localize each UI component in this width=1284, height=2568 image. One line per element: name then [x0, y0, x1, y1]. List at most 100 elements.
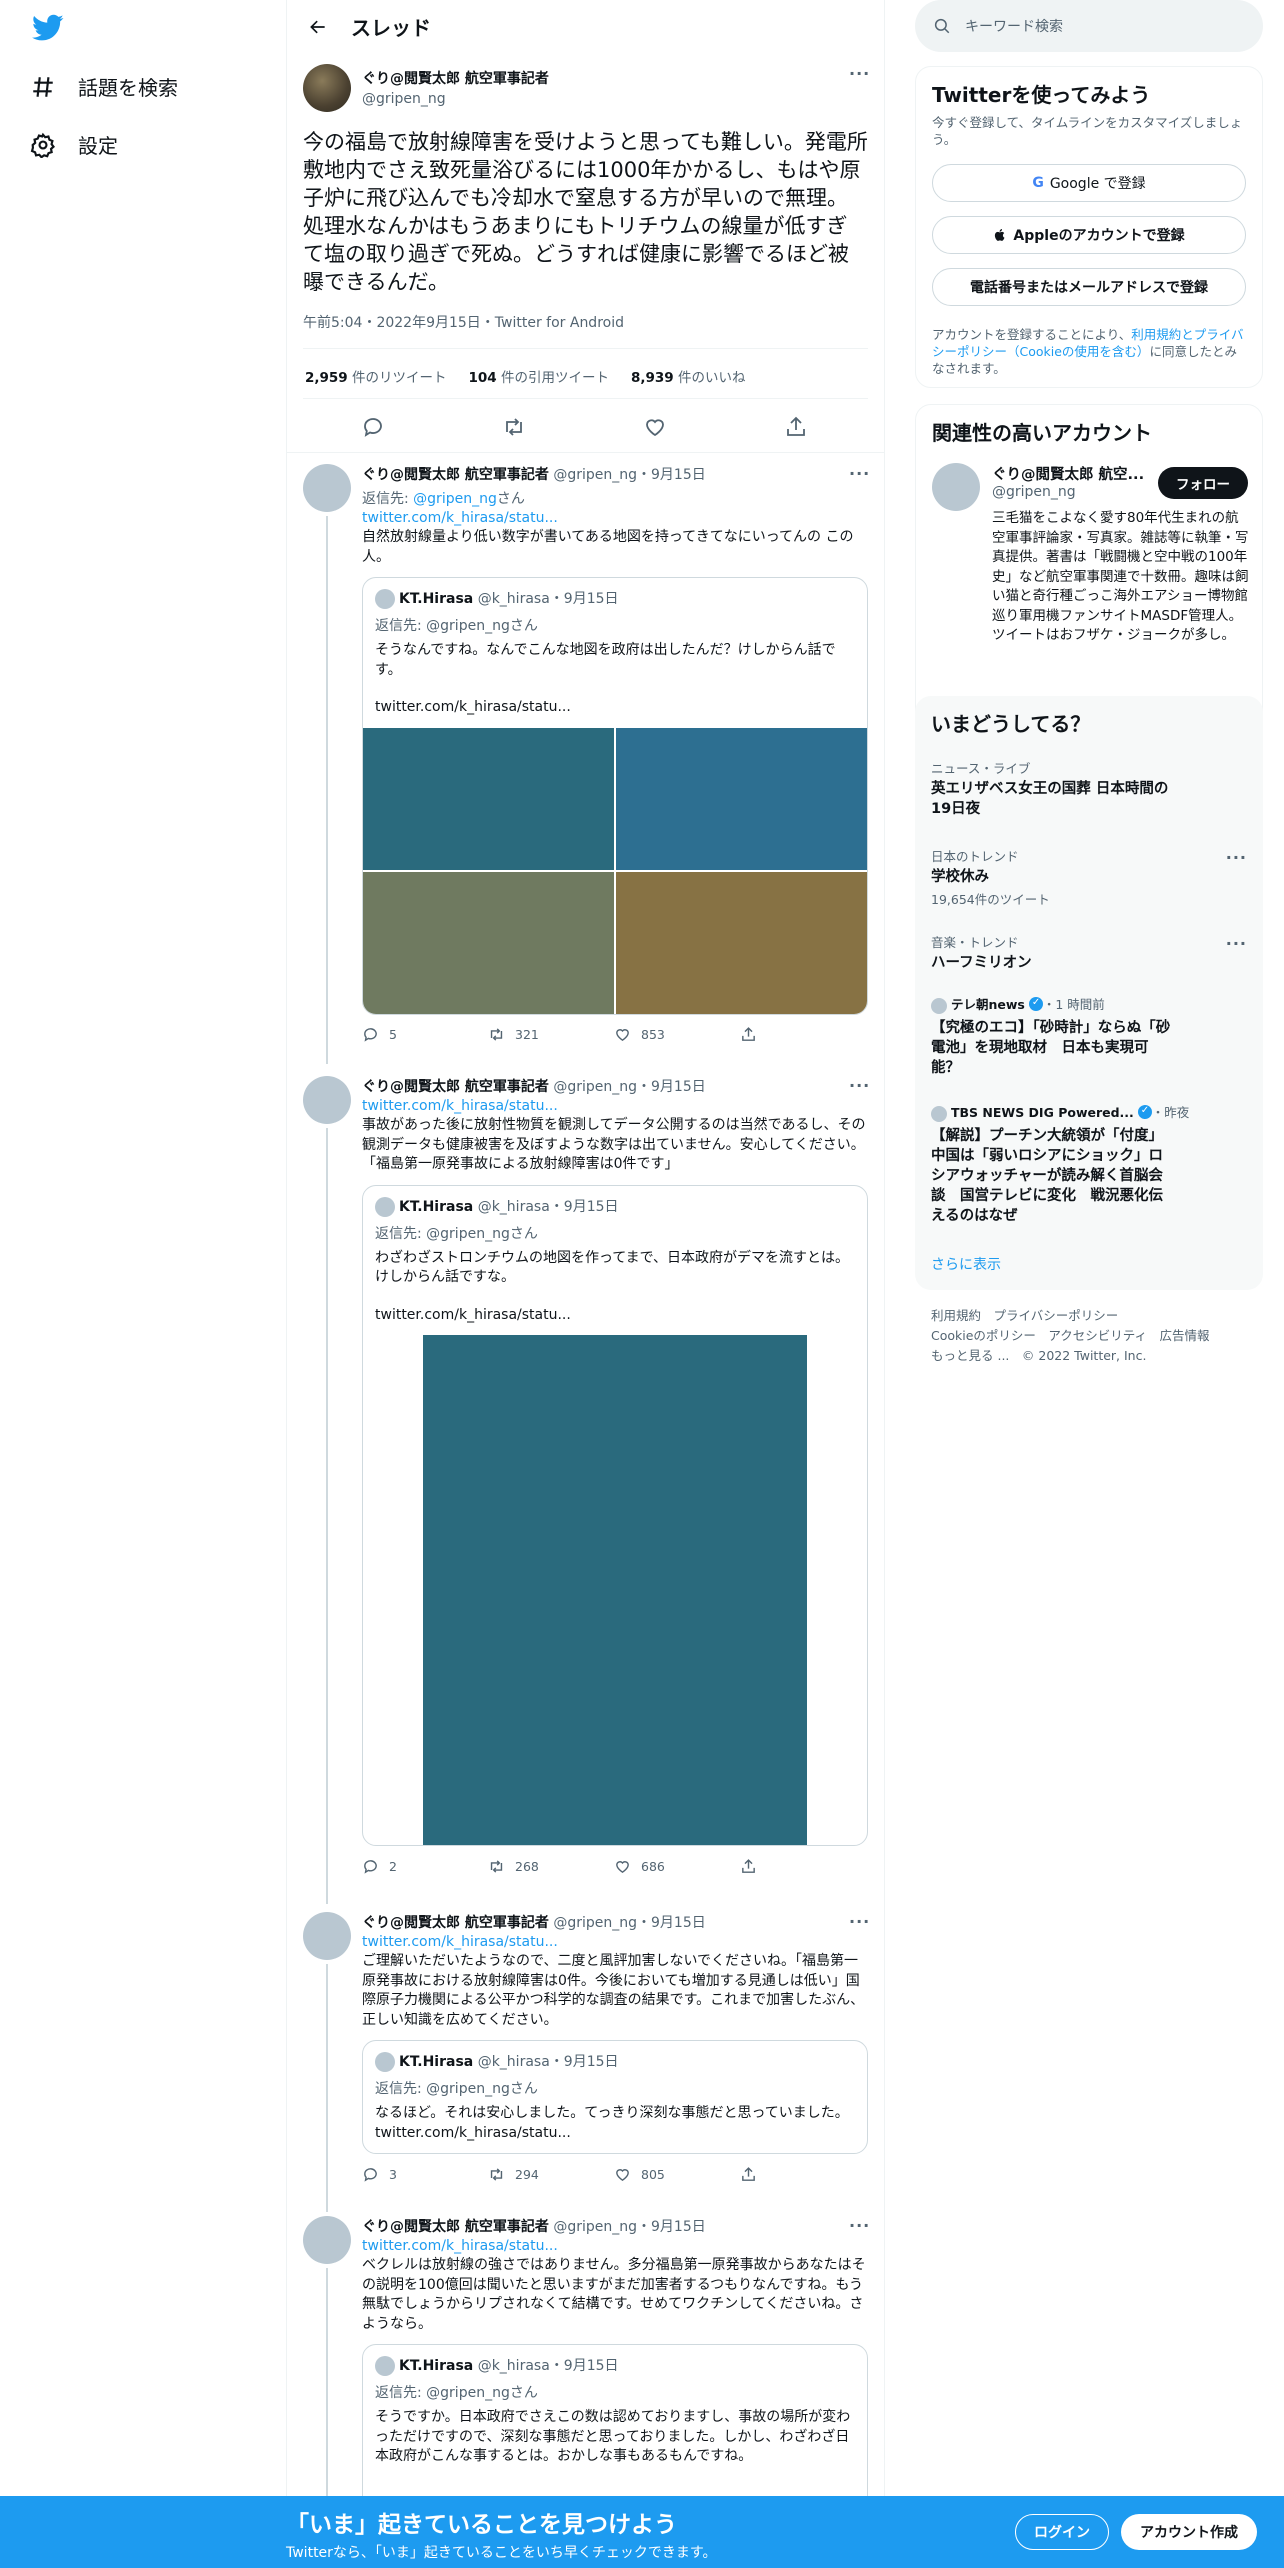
reply-icon: [364, 1859, 377, 1874]
trend-item[interactable]: 日本のトレンド 学校休み 19,654件のツイート ···: [931, 846, 1247, 908]
trend-item[interactable]: ニュース・ライブ 英エリザベス女王の国葬 日本時間の19日夜: [931, 758, 1247, 819]
avatar: [375, 2356, 395, 2376]
more-icon[interactable]: ···: [849, 64, 870, 83]
footer-line[interactable]: Cookieのポリシー アクセシビリティ 広告情報: [931, 1326, 1261, 1346]
avatar: [375, 2052, 395, 2072]
map-image[interactable]: [423, 1335, 807, 1845]
retweet-button[interactable]: 321: [488, 1026, 614, 1043]
display-name[interactable]: ぐり@閲賢太郎 航空軍事記者: [362, 1915, 549, 1931]
like-button[interactable]: 805: [614, 2166, 740, 2183]
quoted-tweet[interactable]: KT.Hirasa @k_hirasa・9月15日 返信先: @gripen_n…: [362, 577, 868, 1015]
prompt-title: 「いま」起きていることを見つけよう: [286, 2512, 677, 2538]
tweet-link[interactable]: twitter.com/k_hirasa/statu...: [362, 2238, 558, 2254]
news-item[interactable]: テレ朝news ・1 時間前 【究極のエコ】「砂時計」ならぬ「砂電池」を現地取材…: [931, 994, 1171, 1078]
retweet-icon[interactable]: [502, 415, 526, 439]
retweet-icon: [490, 2167, 503, 2181]
share-icon[interactable]: [784, 415, 808, 439]
twitter-logo-icon[interactable]: [32, 14, 64, 42]
tweet-meta[interactable]: 午前5:04・2022年9月15日・Twitter for Android: [303, 312, 624, 332]
avatar[interactable]: [303, 1912, 351, 1960]
map-image[interactable]: [363, 871, 614, 1014]
main-tweet-author[interactable]: ぐり@閲賢太郎 航空軍事記者 @gripen_ng: [362, 68, 549, 107]
retweet-button[interactable]: 294: [488, 2166, 614, 2183]
news-item[interactable]: TBS NEWS DIG Powered... ・昨夜 【解説】プーチン大統領が…: [931, 1102, 1189, 1226]
tweet-date[interactable]: ・9月15日: [637, 467, 706, 483]
reply-text: 事故があった後に放射性物質を観測してデータ公開するのは当然であるし、その観測デー…: [362, 1117, 866, 1172]
footer-line[interactable]: 利用規約 プライバシーポリシー: [931, 1306, 1261, 1326]
tweet-date[interactable]: ・9月15日: [637, 1079, 706, 1095]
reply-text: ベクレルは放射線の強さではありません。多分福島第一原発事故からあなたはその説明を…: [362, 2257, 866, 2332]
share-button[interactable]: [740, 2166, 866, 2183]
thread-line: [326, 1964, 328, 2212]
like-button[interactable]: 686: [614, 1858, 740, 1875]
share-icon: [742, 1858, 755, 1873]
reply-button[interactable]: 3: [362, 2166, 488, 2183]
quoted-tweet[interactable]: KT.Hirasa @k_hirasa・9月15日 返信先: @gripen_n…: [362, 2040, 868, 2154]
reply-button[interactable]: 2: [362, 1858, 488, 1875]
retweet-button[interactable]: 268: [488, 1858, 614, 1875]
search-input[interactable]: キーワード検索: [915, 0, 1263, 52]
nav-explore[interactable]: 話題を検索: [30, 72, 178, 101]
like-icon[interactable]: [643, 415, 667, 439]
quoted-tweet[interactable]: KT.Hirasa @k_hirasa・9月15日 返信先: @gripen_n…: [362, 1184, 868, 1846]
account-bio: 三毛猫をこよなく愛す80年代生まれの航空軍事評論家・写真家。雑誌等に執筆・写真提…: [992, 510, 1249, 643]
share-button[interactable]: [740, 1026, 866, 1043]
follow-button[interactable]: フォロー: [1158, 467, 1248, 499]
tweet-date[interactable]: ・9月15日: [637, 1915, 706, 1931]
reply-icon[interactable]: [361, 415, 385, 439]
media-grid[interactable]: [363, 727, 867, 1014]
display-name: ぐり@閲賢太郎 航空軍事記者: [362, 71, 549, 87]
like-icon: [616, 1029, 629, 1042]
reply-to-link[interactable]: @gripen_ng: [413, 491, 497, 507]
signup-button[interactable]: アカウント作成: [1121, 2514, 1257, 2550]
like-button[interactable]: 853: [614, 1026, 740, 1043]
more-icon[interactable]: ···: [1226, 934, 1247, 953]
tweet-link[interactable]: twitter.com/k_hirasa/statu...: [362, 1934, 558, 1950]
footer-line[interactable]: もっと見る ... © 2022 Twitter, Inc.: [931, 1346, 1261, 1366]
show-more-link[interactable]: さらに表示: [931, 1254, 1001, 1274]
quotes-stat[interactable]: 104 件の引用ツイート: [469, 366, 609, 386]
avatar: [931, 997, 947, 1014]
verified-icon: [1028, 997, 1043, 1011]
avatar[interactable]: [303, 64, 351, 112]
reply-tweet[interactable]: ··· ぐり@閲賢太郎 航空軍事記者 @gripen_ng・9月15日 twit…: [287, 1912, 884, 2212]
map-image[interactable]: [363, 727, 614, 870]
reply-button[interactable]: 5: [362, 1026, 488, 1043]
display-name[interactable]: ぐり@閲賢太郎 航空軍事記者: [362, 2219, 549, 2235]
tweet-date[interactable]: ・9月15日: [637, 2219, 706, 2235]
avatar[interactable]: [303, 464, 351, 512]
map-image[interactable]: [616, 727, 867, 870]
reply-tweet[interactable]: ··· ぐり@閲賢太郎 航空軍事記者 @gripen_ng・9月15日 返信先:…: [287, 464, 884, 1064]
google-signup-button[interactable]: G Google で登録: [932, 164, 1246, 202]
quote-text: そうなんですね。なんでこんな地図を政府は出したんだ？けしからん話です。: [375, 642, 836, 678]
share-button[interactable]: [740, 1858, 866, 1875]
quote-text: そうですか。日本政府でさえこの数は認めておりますし、事故の場所が変わっただけです…: [375, 2409, 851, 2464]
tweet-link[interactable]: twitter.com/k_hirasa/statu...: [362, 510, 558, 526]
reply-tweet[interactable]: ··· ぐり@閲賢太郎 航空軍事記者 @gripen_ng・9月15日 twit…: [287, 1076, 884, 1904]
trend-item[interactable]: 音楽・トレンド ハーフミリオン ···: [931, 932, 1247, 973]
google-icon: G: [1032, 175, 1044, 191]
retweets-stat[interactable]: 2,959 件のリツイート: [305, 366, 447, 386]
right-divider: [884, 0, 885, 2568]
share-icon: [742, 1027, 755, 1041]
map-image[interactable]: [616, 871, 867, 1014]
login-button[interactable]: ログイン: [1015, 2514, 1109, 2550]
display-name[interactable]: ぐり@閲賢太郎 航空軍事記者: [362, 1079, 549, 1095]
reply-actions: 3 294 805: [362, 2164, 868, 2184]
avatar[interactable]: [303, 1076, 351, 1124]
verified-icon: [1137, 1105, 1152, 1119]
more-icon[interactable]: ···: [1226, 848, 1247, 867]
display-name[interactable]: ぐり@閲賢太郎 航空...: [992, 463, 1144, 484]
avatar[interactable]: [303, 2216, 351, 2264]
terms-text: アカウントを登録することにより、利用規約とプライバシーポリシー（Cookieの使…: [932, 327, 1244, 376]
nav-settings[interactable]: 設定: [30, 130, 118, 159]
tweet-link[interactable]: twitter.com/k_hirasa/statu...: [362, 1098, 558, 1114]
back-button[interactable]: [301, 10, 335, 44]
likes-stat[interactable]: 8,939 件のいいね: [631, 366, 746, 386]
quote-link: twitter.com/k_hirasa/statu...: [375, 699, 571, 715]
display-name[interactable]: ぐり@閲賢太郎 航空軍事記者: [362, 467, 549, 483]
phone-signup-button[interactable]: 電話番号またはメールアドレスで登録: [932, 268, 1246, 306]
avatar[interactable]: [932, 463, 980, 511]
apple-signup-button[interactable]: Appleのアカウントで登録: [932, 216, 1246, 254]
main-tweet-text: 今の福島で放射線障害を受けようと思っても難しい。発電所敷地内でさえ致死量浴びるに…: [303, 130, 868, 294]
